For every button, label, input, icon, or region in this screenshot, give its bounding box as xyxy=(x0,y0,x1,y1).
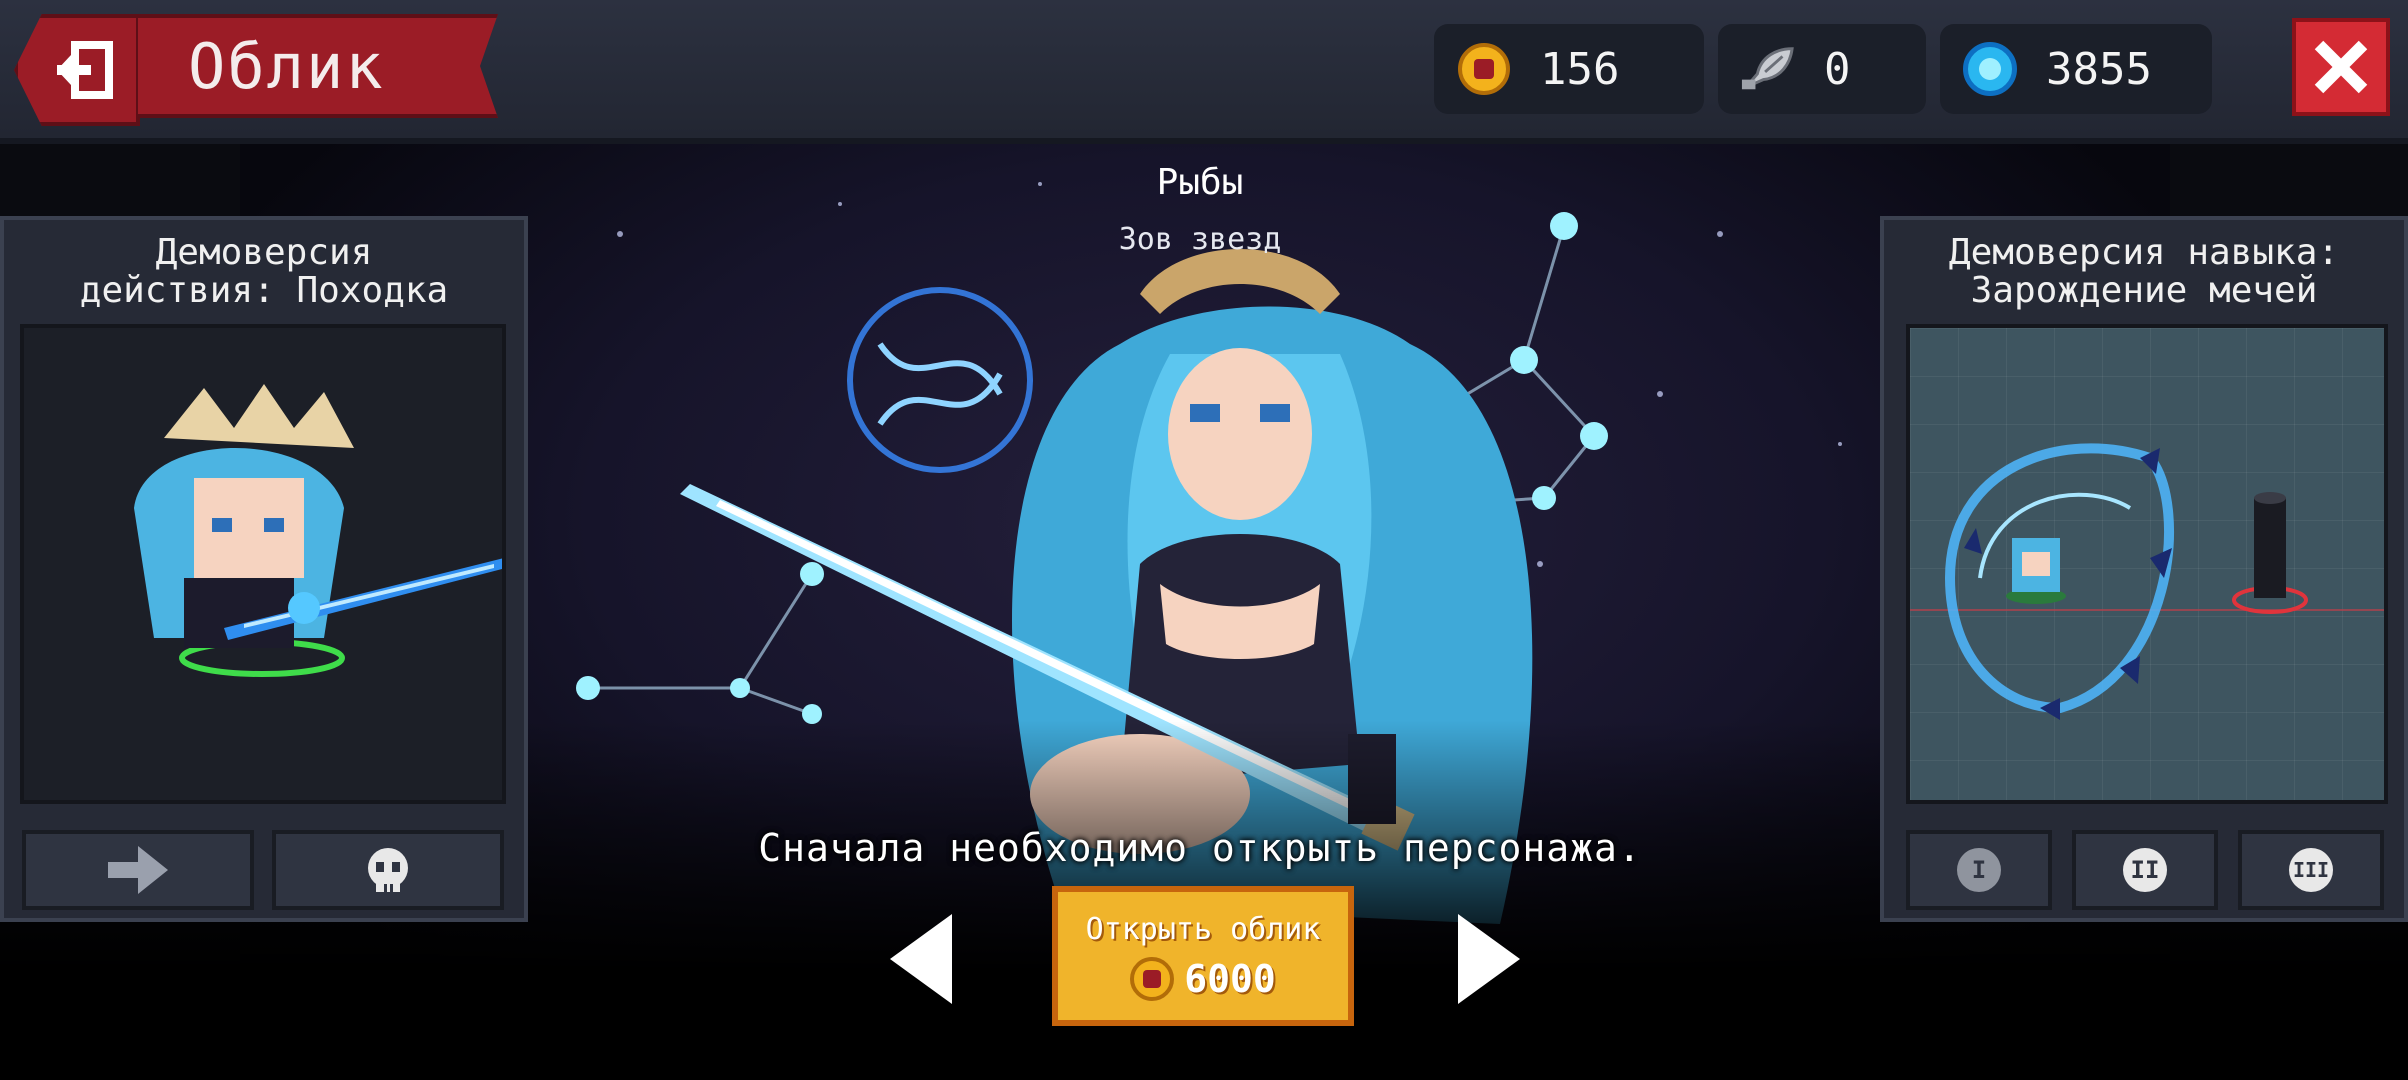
action-demo-preview xyxy=(20,324,506,804)
gem-currency: 3855 xyxy=(1940,24,2212,114)
exit-door-icon xyxy=(57,41,113,99)
action-demo-title-line1: Демоверсия xyxy=(155,232,373,273)
page-title: Облик xyxy=(188,29,385,103)
skill-level-1-button[interactable]: I xyxy=(1906,830,2052,910)
skin-name: Зов звезд xyxy=(1118,222,1282,257)
fish-amount: 0 xyxy=(1824,43,1851,95)
skill-demo-title-line2: Зарождение мечей xyxy=(1970,270,2318,311)
action-demo-title: Демоверсия действия: Походка xyxy=(4,234,524,310)
top-bar: Облик 156 0 3855 xyxy=(0,0,2408,144)
skull-icon xyxy=(368,848,408,892)
action-demo-title-line2: действия: Походка xyxy=(79,270,449,311)
unlock-skin-button[interactable]: Открыть облик 6000 xyxy=(1052,886,1354,1026)
unlock-skin-label: Открыть облик xyxy=(1085,911,1321,947)
skill-demo-panel: Демоверсия навыка: Зарождение мечей I II… xyxy=(1880,216,2408,922)
close-button[interactable] xyxy=(2292,18,2390,116)
skill-level-1-label: I xyxy=(1971,856,1987,884)
fish-icon xyxy=(1741,47,1794,90)
walk-demo-button[interactable] xyxy=(22,830,254,910)
back-button[interactable] xyxy=(14,14,140,126)
fish-currency: 0 xyxy=(1718,24,1926,114)
arrow-right-icon xyxy=(108,846,168,894)
title-banner: Облик xyxy=(138,14,498,118)
unlock-notice: Сначала необходимо открыть персонажа. xyxy=(758,826,1642,870)
character-name: Рыбы xyxy=(1156,162,1244,203)
skill-level-2-label: II xyxy=(2130,856,2160,884)
gem-amount: 3855 xyxy=(2046,43,2152,95)
gold-amount: 156 xyxy=(1540,43,1620,95)
skill-demo-scene xyxy=(1910,443,2384,720)
gold-coin-icon xyxy=(1130,956,1175,1001)
skill-level-3-button[interactable]: III xyxy=(2238,830,2384,910)
roman-numeral-2-icon: II xyxy=(2123,848,2167,892)
skill-level-3-label: III xyxy=(2292,858,2330,882)
gold-coin-icon xyxy=(1458,43,1510,95)
roman-numeral-1-icon: I xyxy=(1957,848,2001,892)
unlock-price: 6000 xyxy=(1130,956,1276,1001)
skill-demo-preview xyxy=(1906,324,2388,804)
close-x-icon xyxy=(2314,40,2368,94)
skill-demo-title: Демоверсия навыка: Зарождение мечей xyxy=(1884,234,2404,310)
action-demo-panel: Демоверсия действия: Походка xyxy=(0,216,528,922)
gold-currency: 156 xyxy=(1434,24,1704,114)
character-sprite xyxy=(134,384,506,677)
blue-gem-icon xyxy=(1963,42,2017,96)
death-demo-button[interactable] xyxy=(272,830,504,910)
skill-demo-title-line1: Демоверсия навыка: xyxy=(1948,232,2340,273)
skill-level-2-button[interactable]: II xyxy=(2072,830,2218,910)
unlock-price-value: 6000 xyxy=(1184,956,1276,1001)
roman-numeral-3-icon: III xyxy=(2289,848,2333,892)
